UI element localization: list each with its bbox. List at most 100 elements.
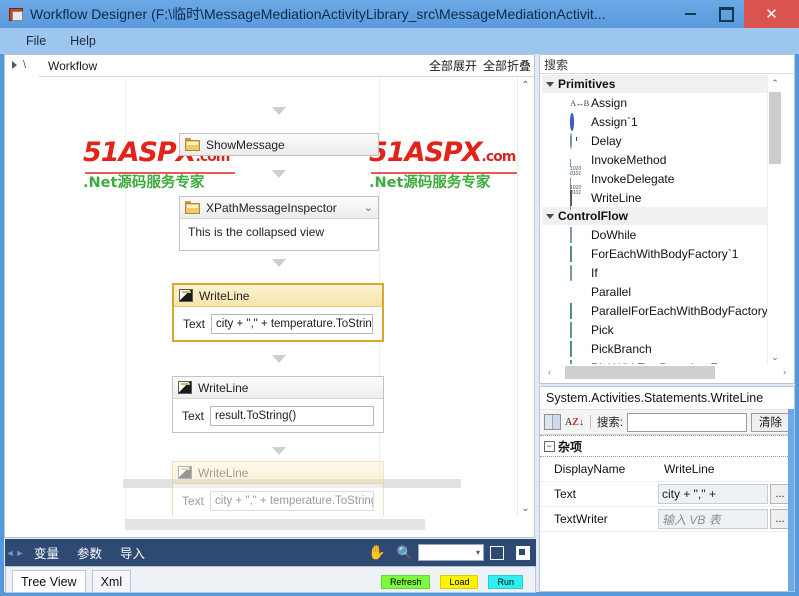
run-button[interactable]: Run <box>488 575 523 589</box>
scroll-left-icon[interactable]: ‹ <box>542 367 557 377</box>
menu-item-help[interactable]: Help <box>58 31 108 51</box>
property-row-displayname[interactable]: DisplayName WriteLine <box>540 457 794 482</box>
scroll-right-icon[interactable]: › <box>777 367 792 377</box>
activity-node-writeline-result[interactable]: WriteLine Text result.ToString() <box>172 376 384 433</box>
property-key: DisplayName <box>554 462 626 476</box>
designer-horizontal-scrollbar[interactable] <box>125 518 518 531</box>
property-row-textwriter[interactable]: TextWriter 输入 VB 表 ... <box>540 507 794 532</box>
alpha-sort-icon[interactable]: AZ↓ <box>565 417 584 428</box>
property-value-input[interactable]: 输入 VB 表 <box>658 509 768 529</box>
property-grid-title: System.Activities.Statements.WriteLine <box>540 387 794 410</box>
window-controls: ✕ <box>672 0 799 28</box>
tab-xml[interactable]: Xml <box>91 570 132 592</box>
connector-arrow <box>272 107 286 115</box>
property-value[interactable]: WriteLine <box>658 462 794 476</box>
writeline-icon <box>178 381 192 394</box>
expander-icon[interactable] <box>542 81 558 87</box>
designer-vertical-scrollbar[interactable]: ⌃ ⌄ <box>517 77 533 517</box>
hand-icon[interactable]: ✋ <box>362 544 391 561</box>
scroll-up-icon[interactable]: ⌃ <box>768 75 782 91</box>
toolbox-group-primitives[interactable]: Primitives <box>542 75 778 93</box>
toolbox-horizontal-scrollbar[interactable]: ‹ › <box>542 364 792 380</box>
arguments-button[interactable]: 参数 <box>68 543 111 562</box>
close-icon[interactable]: ✕ <box>744 0 799 28</box>
scrollbar-thumb[interactable] <box>565 365 715 379</box>
ellipsis-button[interactable]: ... <box>770 509 790 529</box>
toolbox-item-invokedelegate[interactable]: 1010 0101 InvokeDelegate <box>542 169 778 210</box>
activity-node-showmessage[interactable]: ShowMessage <box>179 133 379 156</box>
scroll-down-icon[interactable]: ⌄ <box>518 500 533 517</box>
categorized-view-icon[interactable] <box>544 414 561 430</box>
scroll-up-icon[interactable]: ⌃ <box>518 77 533 94</box>
property-grid-scrollbar[interactable] <box>788 409 794 591</box>
scrollbar-thumb[interactable] <box>769 92 781 164</box>
activity-node-writeline-dragging[interactable]: WriteLine Text city + "," + temperature.… <box>172 461 384 517</box>
item-label: Assign <box>591 95 628 110</box>
chevron-down-icon[interactable]: ⌄ <box>364 202 373 213</box>
property-search-input[interactable] <box>627 412 747 432</box>
collapse-all-link[interactable]: 全部折叠 <box>483 57 531 74</box>
activity-node-writeline-selected[interactable]: WriteLine Text city + "," + temperature.… <box>172 283 384 342</box>
fit-screen-icon[interactable] <box>488 544 506 562</box>
refresh-button[interactable]: Refresh <box>380 575 431 589</box>
toolbox-search-input[interactable]: 搜索 <box>540 55 794 74</box>
maximize-button[interactable] <box>708 0 744 28</box>
toolbox-group-controlflow[interactable]: ControlFlow <box>542 207 778 225</box>
overview-icon[interactable] <box>514 544 532 562</box>
toolbox-item-assign-generic[interactable]: Assign`1 <box>542 112 778 131</box>
nav-right-icon[interactable]: ► <box>15 548 25 558</box>
text-field-input[interactable]: city + "," + temperature.ToString <box>211 314 373 334</box>
text-field-label: Text <box>182 409 205 423</box>
toolbox-item-dowhile[interactable]: DoWhile <box>542 225 778 244</box>
toolbox-vertical-scrollbar[interactable]: ⌃ ⌄ <box>767 75 782 365</box>
toolbox-item-delay[interactable]: Delay <box>542 131 778 150</box>
chevron-down-icon[interactable]: ▾ <box>476 548 480 557</box>
minimize-button[interactable] <box>672 0 708 28</box>
menu-item-file[interactable]: File <box>14 31 58 51</box>
toolbox-item-if[interactable]: If <box>542 263 778 282</box>
ellipsis-button[interactable]: ... <box>770 484 790 504</box>
activity-node-xpathmessageinspector[interactable]: XPathMessageInspector ⌄ This is the coll… <box>179 196 379 251</box>
imports-button[interactable]: 导入 <box>111 543 154 562</box>
toolbox-item-assign[interactable]: A↔B Assign <box>542 93 778 112</box>
writeline-icon <box>570 189 585 206</box>
text-field-input[interactable]: city + "," + temperature.ToString <box>210 491 374 511</box>
collapse-breadcrumb-icon[interactable] <box>5 55 23 75</box>
shield-icon <box>570 340 585 357</box>
magnifier-icon[interactable]: 🔍 <box>392 545 418 561</box>
zoom-level-combobox[interactable]: ▾ <box>418 544 484 561</box>
expander-icon[interactable] <box>542 213 558 219</box>
clear-button[interactable]: 清除 <box>751 412 790 432</box>
activity-title: ShowMessage <box>206 137 285 152</box>
text-field-input[interactable]: result.ToString() <box>210 406 374 426</box>
tab-tree-view[interactable]: Tree View <box>12 570 86 592</box>
connector-arrow <box>272 447 286 455</box>
collapse-icon[interactable]: − <box>540 440 558 452</box>
expand-all-link[interactable]: 全部展开 <box>429 57 477 74</box>
folder-icon <box>185 138 200 151</box>
property-row-text[interactable]: Text city + "," + ... <box>540 482 794 507</box>
toolbox-item-parallel[interactable]: Parallel <box>542 282 778 301</box>
toolbox-item-invokemethod[interactable]: 1010 0101 InvokeMethod <box>542 150 778 191</box>
item-label: ParallelForEachWithBodyFactory` <box>591 303 772 318</box>
nav-left-icon[interactable]: ◄ <box>5 548 15 558</box>
canvas-guide-right <box>379 77 519 517</box>
scrollbar-thumb[interactable] <box>125 519 425 530</box>
toolbox-item-parallelforeachwithbodyfactory[interactable]: ParallelForEachWithBodyFactory` <box>542 301 778 320</box>
text-field-label: Text <box>183 317 206 331</box>
scroll-down-icon[interactable]: ⌄ <box>768 349 782 365</box>
property-value-input[interactable]: city + "," + <box>658 484 768 504</box>
writeline-icon <box>179 289 193 302</box>
toolbox-item-writeline[interactable]: WriteLine <box>542 188 778 207</box>
property-category-header[interactable]: − 杂项 <box>540 435 794 457</box>
variables-button[interactable]: 变量 <box>25 543 68 562</box>
teal-icon <box>570 302 585 319</box>
toolbox-item-pick[interactable]: Pick <box>542 320 778 339</box>
workflow-canvas[interactable]: 51ASPX.com .Net源码服务专家 51ASPX.com .Net源码服… <box>39 77 519 517</box>
item-label: Parallel <box>591 284 632 299</box>
item-label: InvokeMethod <box>591 152 667 167</box>
toolbox-item-pickbranch[interactable]: PickBranch <box>542 339 778 358</box>
activity-title: WriteLine <box>199 288 250 303</box>
load-button[interactable]: Load <box>440 575 479 589</box>
toolbox-item-foreachwithbodyfactory[interactable]: ForEachWithBodyFactory`1 <box>542 244 778 263</box>
